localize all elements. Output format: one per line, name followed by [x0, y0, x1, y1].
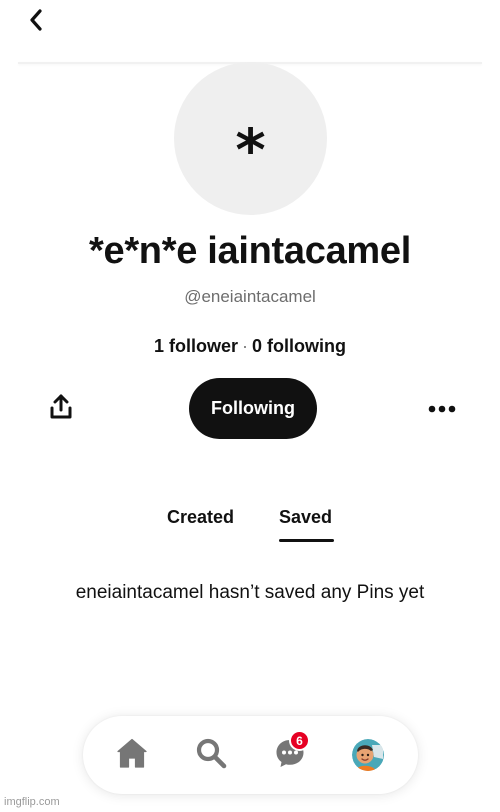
share-button[interactable] [46, 394, 76, 424]
profile-display-name: *e*n*e iaintacamel [89, 230, 411, 272]
profile-avatar [352, 739, 384, 771]
back-button[interactable] [22, 8, 50, 36]
nav-search-button[interactable] [192, 736, 230, 774]
home-icon [116, 738, 148, 773]
tab-saved[interactable]: Saved [279, 507, 332, 528]
follow-stats: 1 follower · 0 following [0, 336, 500, 357]
more-options-button[interactable] [426, 396, 458, 422]
notification-badge: 6 [289, 730, 310, 751]
avatar-initial: * [235, 115, 266, 184]
empty-state-message: eneiaintacamel hasn’t saved any Pins yet [75, 582, 425, 603]
followers-count[interactable]: 1 follower [154, 336, 238, 356]
watermark: imgflip.com [4, 796, 60, 808]
nav-profile-button[interactable] [349, 736, 387, 774]
tab-created[interactable]: Created [167, 507, 234, 528]
bottom-navigation: 6 [83, 716, 418, 794]
following-button[interactable]: Following [189, 378, 317, 439]
share-icon [49, 394, 73, 425]
nav-home-button[interactable] [113, 736, 151, 774]
following-count[interactable]: 0 following [252, 336, 346, 356]
active-tab-indicator [279, 539, 334, 542]
stats-separator: · [242, 336, 248, 356]
chevron-left-icon [28, 8, 44, 36]
search-icon [195, 737, 227, 774]
profile-username: @eneiaintacamel [184, 287, 316, 306]
top-bar [0, 0, 500, 62]
more-icon [428, 400, 456, 418]
profile-avatar-large: * [174, 62, 327, 215]
